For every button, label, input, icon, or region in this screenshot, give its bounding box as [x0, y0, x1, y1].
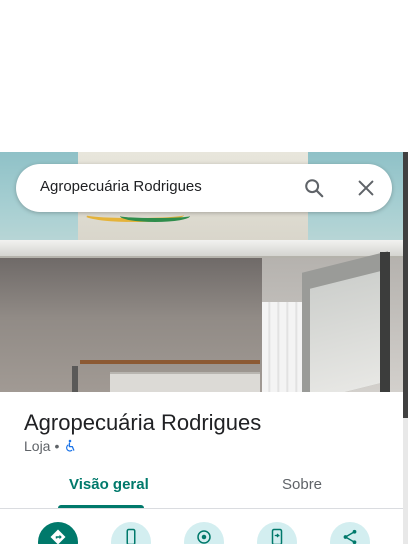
- search-bar[interactable]: Agropecuária Rodrigues: [16, 164, 392, 212]
- tab-about[interactable]: Sobre: [282, 476, 322, 493]
- maps-place-screen: Agropecuária Rodrigues Agropecuária Rodr…: [0, 0, 408, 544]
- photo-shelf: [80, 360, 260, 364]
- place-title: Agropecuária Rodrigues: [24, 410, 262, 435]
- share-icon: [341, 529, 359, 544]
- scrollbar-thumb[interactable]: [403, 152, 408, 418]
- call-button[interactable]: [111, 522, 151, 544]
- tabs-divider: [0, 508, 403, 509]
- search-input[interactable]: Agropecuária Rodrigues: [40, 178, 202, 195]
- directions-icon: [49, 529, 67, 544]
- nearby-button[interactable]: [184, 522, 224, 544]
- directions-button[interactable]: [38, 522, 78, 544]
- share-button[interactable]: [330, 522, 370, 544]
- place-category: Loja: [24, 438, 51, 454]
- place-subtitle: Loja •: [24, 438, 77, 454]
- search-icon[interactable]: [303, 177, 325, 199]
- photo-beam: [0, 240, 408, 258]
- send-to-phone-icon: [268, 528, 286, 544]
- wheelchair-accessible-icon: [63, 439, 77, 453]
- photo-post: [72, 366, 78, 392]
- phone-icon: [122, 528, 140, 544]
- nearby-icon: [195, 530, 213, 544]
- photo-door-bar: [380, 252, 390, 392]
- tab-overview[interactable]: Visão geral: [69, 476, 149, 493]
- close-icon[interactable]: [355, 177, 377, 199]
- photo-counter: [110, 372, 260, 392]
- separator-dot: •: [54, 438, 60, 454]
- place-tabs: Visão geral Sobre: [0, 470, 403, 510]
- photo-door-glass: [310, 271, 380, 392]
- send-to-phone-button[interactable]: [257, 522, 297, 544]
